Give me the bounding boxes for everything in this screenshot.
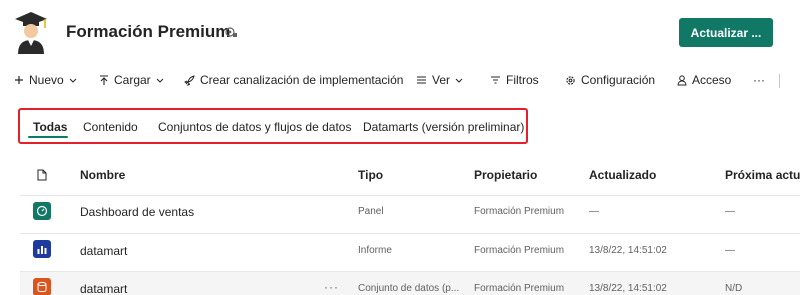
graduate-avatar-icon bbox=[15, 12, 47, 54]
more-options-button[interactable]: ··· bbox=[753, 72, 765, 88]
tab-datamarts[interactable]: Datamarts (versión preliminar) bbox=[363, 120, 524, 134]
dashboard-icon bbox=[33, 202, 51, 220]
tab-datasets-dataflows[interactable]: Conjuntos de datos y flujos de datos bbox=[158, 120, 351, 134]
filters-button[interactable]: Filtros bbox=[490, 72, 539, 88]
new-button[interactable]: Nuevo bbox=[14, 72, 77, 88]
row-name[interactable]: datamart bbox=[80, 282, 127, 295]
filter-icon bbox=[491, 76, 500, 84]
view-label: Ver bbox=[432, 73, 451, 87]
row-type: Conjunto de datos (p... bbox=[358, 283, 460, 294]
person-icon bbox=[677, 74, 687, 85]
row-updated: 13/8/22, 14:51:02 bbox=[589, 283, 667, 294]
row-updated: 13/8/22, 14:51:02 bbox=[589, 245, 667, 256]
row-owner: Formación Premium bbox=[474, 245, 565, 256]
create-pipeline-button[interactable]: Crear canalización de implementación bbox=[184, 72, 403, 88]
filters-label: Filtros bbox=[506, 73, 539, 87]
workspace-title: Formación Premium bbox=[66, 22, 231, 41]
column-header-updated[interactable]: Actualizado bbox=[589, 168, 656, 182]
column-header-next-refresh[interactable]: Próxima actua bbox=[725, 168, 800, 182]
row-name[interactable]: datamart bbox=[80, 244, 127, 258]
rocket-icon bbox=[184, 74, 195, 86]
settings-button[interactable]: Configuración bbox=[565, 72, 655, 88]
access-button[interactable]: Acceso bbox=[677, 72, 731, 88]
document-type-icon bbox=[37, 169, 47, 181]
update-button[interactable]: Actualizar ... bbox=[679, 18, 773, 47]
upload-label: Cargar bbox=[114, 73, 151, 87]
chevron-down-icon bbox=[69, 78, 77, 83]
active-tab-indicator bbox=[28, 136, 68, 138]
row-updated: — bbox=[589, 206, 599, 217]
tab-content[interactable]: Contenido bbox=[83, 120, 138, 134]
access-label: Acceso bbox=[692, 73, 732, 87]
toolbar-divider bbox=[779, 74, 780, 88]
row-type: Informe bbox=[358, 245, 392, 256]
row-next-refresh: N/D bbox=[725, 283, 743, 294]
workspace-settings-icon[interactable] bbox=[224, 25, 238, 39]
gear-icon bbox=[566, 75, 575, 85]
upload-button[interactable]: Cargar bbox=[99, 72, 164, 88]
column-header-name[interactable]: Nombre bbox=[80, 168, 125, 182]
toolbar: Nuevo Cargar Crear canalización de imple… bbox=[0, 68, 800, 92]
settings-label: Configuración bbox=[581, 73, 656, 87]
chevron-down-icon bbox=[156, 78, 164, 83]
more-options-label: ··· bbox=[753, 73, 765, 87]
row-more-options-icon[interactable]: ··· bbox=[324, 280, 339, 294]
dataset-icon bbox=[33, 278, 51, 295]
list-view-icon bbox=[417, 76, 426, 84]
tab-all[interactable]: Todas bbox=[33, 120, 67, 134]
upload-icon bbox=[100, 74, 108, 85]
column-header-owner[interactable]: Propietario bbox=[474, 168, 537, 182]
column-header-type[interactable]: Tipo bbox=[358, 168, 383, 182]
row-owner: Formación Premium bbox=[474, 283, 565, 294]
plus-icon bbox=[15, 76, 23, 84]
workspace-header: Formación Premium Actualizar ... bbox=[0, 0, 800, 64]
report-icon bbox=[33, 240, 51, 258]
row-type: Panel bbox=[358, 206, 384, 217]
row-owner: Formación Premium bbox=[474, 206, 565, 217]
create-pipeline-label: Crear canalización de implementación bbox=[200, 73, 404, 87]
table-row[interactable] bbox=[20, 233, 800, 263]
row-next-refresh: — bbox=[725, 206, 735, 217]
chevron-down-icon bbox=[455, 78, 463, 83]
row-next-refresh: — bbox=[725, 245, 735, 256]
view-button[interactable]: Ver bbox=[416, 72, 463, 88]
new-label: Nuevo bbox=[29, 73, 64, 87]
row-name[interactable]: Dashboard de ventas bbox=[80, 205, 194, 219]
